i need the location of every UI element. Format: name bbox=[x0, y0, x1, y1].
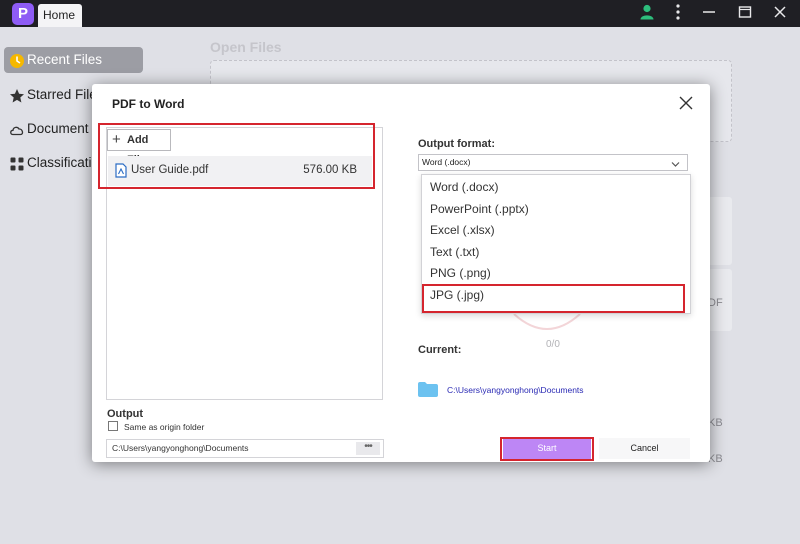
output-format-select[interactable]: Word (.docx) bbox=[418, 154, 688, 171]
grid-icon bbox=[9, 155, 25, 171]
clock-icon bbox=[9, 52, 25, 68]
browse-button[interactable]: ••• bbox=[356, 442, 380, 455]
current-label: Current: bbox=[418, 344, 462, 356]
progress-count: 0/0 bbox=[546, 339, 560, 350]
highlight-box-start bbox=[500, 437, 594, 461]
open-files-title: Open Files bbox=[210, 39, 282, 55]
output-format-label: Output format: bbox=[418, 138, 495, 150]
background-size: KB bbox=[708, 417, 723, 429]
user-icon[interactable] bbox=[640, 4, 654, 23]
maximize-icon[interactable] bbox=[738, 5, 752, 22]
selected-format: Word (.docx) bbox=[422, 157, 471, 167]
same-as-origin-checkbox[interactable] bbox=[108, 421, 118, 431]
chevron-down-icon bbox=[671, 158, 680, 167]
cancel-button[interactable]: Cancel bbox=[599, 438, 690, 459]
folder-icon bbox=[418, 382, 438, 397]
output-label: Output bbox=[107, 408, 144, 420]
title-bar: P Home bbox=[0, 0, 800, 27]
pdf-to-word-dialog: PDF to Word + Add Files User Guide.pdf 5… bbox=[92, 84, 710, 462]
more-icon[interactable] bbox=[676, 3, 680, 23]
highlight-box-files bbox=[98, 123, 375, 189]
background-size: KB bbox=[708, 453, 723, 465]
dialog-title: PDF to Word bbox=[112, 97, 185, 111]
format-option-word[interactable]: Word (.docx) bbox=[430, 180, 498, 194]
output-path-value: C:\Users\yangyonghong\Documents bbox=[112, 443, 249, 453]
output-path-input[interactable]: C:\Users\yangyonghong\Documents ••• bbox=[106, 439, 384, 458]
format-option-text[interactable]: Text (.txt) bbox=[430, 245, 479, 259]
star-icon bbox=[9, 87, 25, 103]
format-option-powerpoint[interactable]: PowerPoint (.pptx) bbox=[430, 202, 529, 216]
close-window-icon[interactable] bbox=[774, 5, 786, 21]
highlight-box-jpg bbox=[422, 284, 685, 313]
sidebar-item-recent-files[interactable]: Recent Files bbox=[4, 47, 143, 73]
app-logo: P bbox=[12, 3, 34, 25]
same-as-origin-label: Same as origin folder bbox=[124, 422, 205, 432]
minimize-icon[interactable] bbox=[702, 5, 716, 22]
background-label: DF bbox=[708, 297, 723, 309]
background-card bbox=[708, 197, 732, 265]
window-controls bbox=[640, 3, 786, 23]
sidebar-item-label: Document bbox=[27, 121, 89, 136]
cloud-icon bbox=[9, 121, 25, 137]
sidebar-item-label: Recent Files bbox=[27, 52, 103, 67]
format-option-excel[interactable]: Excel (.xlsx) bbox=[430, 223, 495, 237]
format-option-png[interactable]: PNG (.png) bbox=[430, 266, 491, 280]
tab-home[interactable]: Home bbox=[38, 4, 82, 27]
close-icon[interactable] bbox=[678, 95, 694, 111]
progress-ring bbox=[513, 314, 581, 330]
current-path-link[interactable]: C:\Users\yangyonghong\Documents bbox=[447, 385, 584, 395]
